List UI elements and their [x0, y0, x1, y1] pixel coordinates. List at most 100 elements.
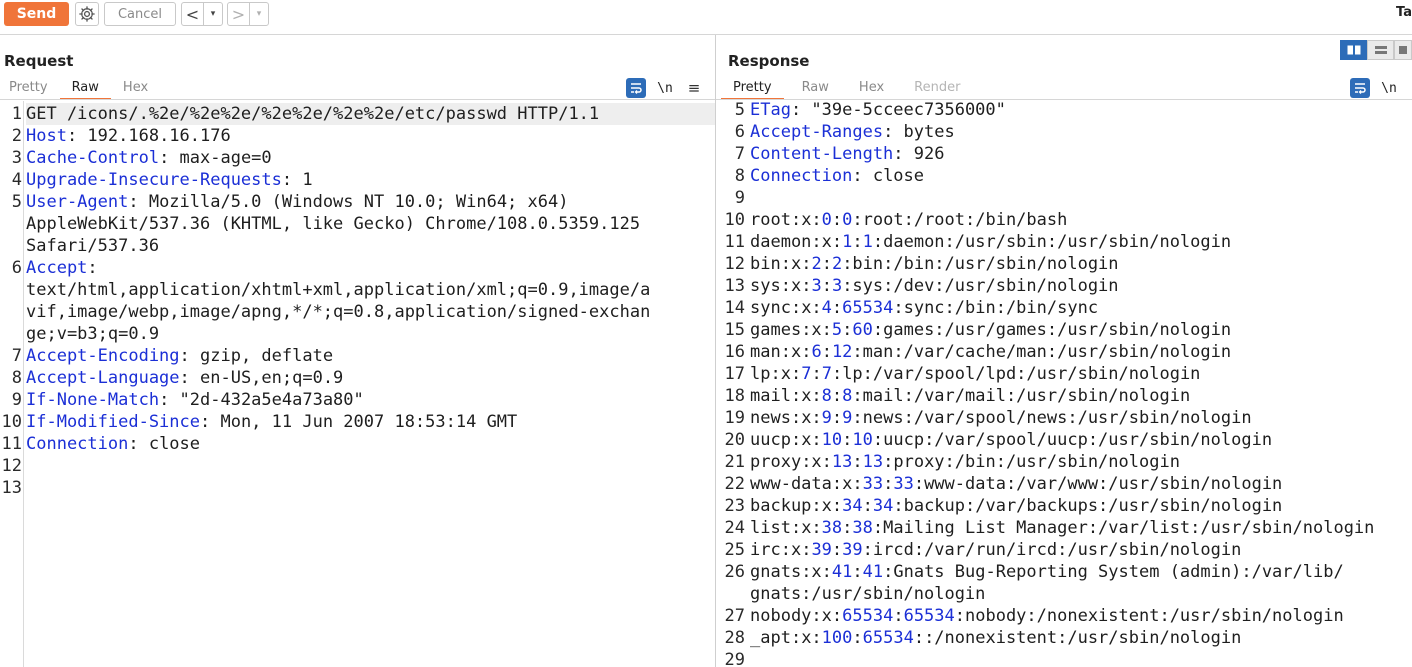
line-number: 5: [11, 192, 22, 212]
cancel-button[interactable]: Cancel: [104, 2, 176, 26]
code-line: AppleWebKit/537.36 (KHTML, like Gecko) C…: [26, 213, 715, 235]
passwd-rest: :games:/usr/games:/usr/sbin/nologin: [872, 320, 1232, 340]
layout-side-by-side-button[interactable]: [1340, 40, 1367, 60]
back-arrow-button[interactable]: <: [182, 3, 204, 25]
line-number: 17: [724, 364, 745, 384]
response-wrap-toggle[interactable]: [1350, 78, 1370, 98]
header-value: : "39e-5cceec7356000": [790, 100, 1006, 120]
passwd-uid: 33: [862, 474, 884, 494]
header-name: Connection: [750, 166, 853, 186]
request-tab-hex[interactable]: Hex: [111, 78, 160, 100]
passwd-user: games: [750, 320, 802, 340]
code-line: Connection: close: [750, 165, 1412, 187]
passwd-user: news: [750, 408, 791, 428]
passwd-gid: 8: [842, 386, 853, 406]
code-line: irc:x:39:39:ircd:/var/run/ircd:/usr/sbin…: [750, 540, 1242, 560]
request-editor[interactable]: GET /icons/.%2e/%2e%2e/%2e%2e/%2e%2e/etc…: [26, 103, 715, 667]
forward-nav: > ▾: [227, 2, 269, 26]
code-line: Accept-Encoding: gzip, deflate: [26, 345, 715, 367]
header-name: Content-Length: [750, 144, 894, 164]
passwd-user: mail: [750, 386, 791, 406]
passwd-gid: 39: [842, 540, 863, 560]
line-number: 21: [724, 452, 745, 472]
header-value: : max-age=0: [159, 148, 272, 168]
response-tab-raw[interactable]: Raw: [784, 78, 841, 100]
code-line: Safari/537.36: [26, 235, 715, 257]
header-value: : 192.168.16.176: [66, 126, 231, 146]
request-tabs-divider: [0, 99, 715, 100]
back-history-dropdown[interactable]: ▾: [204, 9, 222, 19]
request-newline-toggle[interactable]: \n: [655, 78, 675, 98]
code-line: man:x:6:12:man:/var/cache/man:/usr/sbin/…: [750, 342, 1232, 362]
header-name: If-None-Match: [26, 390, 160, 410]
passwd-user: uucp: [750, 430, 791, 450]
passwd-uid: 9: [821, 408, 832, 428]
line-number: 16: [724, 342, 745, 362]
passwd-gid: 65534: [903, 606, 955, 626]
line-number: 20: [724, 430, 745, 450]
line-number: 12: [1, 456, 22, 476]
line-text: vif,image/webp,image/apng,*/*;q=0.8,appl…: [26, 302, 651, 322]
passwd-gid: 13: [862, 452, 884, 472]
passwd-uid: 10: [821, 430, 843, 450]
line-number: 6: [734, 122, 745, 142]
line-number: 25: [724, 540, 745, 560]
response-tabs: Pretty Raw Hex Render: [721, 78, 972, 100]
passwd-user: gnats: [750, 562, 802, 582]
passwd-gid: 60: [852, 320, 873, 340]
response-tab-render[interactable]: Render: [896, 78, 972, 100]
code-line: backup:x:34:34:backup:/var/backups:/usr/…: [750, 496, 1283, 516]
passwd-user: nobody: [750, 606, 812, 626]
header-value: : Mon, 11 Jun 2007 18:53:14 GMT: [200, 412, 518, 432]
response-editor[interactable]: ETag: "39e-5cceec7356000" Accept-Ranges: …: [750, 99, 1412, 667]
response-title: Response: [728, 52, 810, 70]
send-button[interactable]: Send: [4, 2, 69, 26]
request-tab-pretty[interactable]: Pretty: [0, 78, 60, 100]
toolbar-divider: [0, 34, 1412, 35]
passwd-uid: 41: [831, 562, 853, 582]
passwd-user: man: [750, 342, 781, 362]
line-number: [0, 279, 22, 301]
response-newline-toggle[interactable]: \n: [1379, 78, 1399, 98]
settings-button[interactable]: [75, 2, 99, 26]
line-text: GET /icons/.%2e/%2e%2e/%2e%2e/%2e%2e/etc…: [26, 104, 600, 124]
single-pane-icon: [1399, 46, 1407, 54]
request-wrap-toggle[interactable]: [626, 78, 646, 98]
line-number: 22: [724, 474, 745, 494]
passwd-rest: :www-data:/var/www:/usr/sbin/nologin: [913, 474, 1283, 494]
forward-history-dropdown[interactable]: ▾: [250, 9, 268, 19]
panel-splitter[interactable]: [715, 35, 716, 667]
passwd-uid: 5: [831, 320, 843, 340]
code-line: gnats:x:41:41:Gnats Bug-Reporting System…: [750, 562, 1344, 582]
line-number: [718, 583, 745, 605]
code-line: User-Agent: Mozilla/5.0 (Windows NT 10.0…: [26, 191, 715, 213]
response-tab-hex[interactable]: Hex: [841, 78, 896, 100]
columns-icon: [1347, 45, 1360, 55]
request-menu-icon[interactable]: ≡: [684, 78, 704, 98]
line-number: 24: [724, 518, 745, 538]
layout-tabbed-button[interactable]: [1394, 40, 1412, 60]
target-label[interactable]: Ta: [1396, 5, 1412, 20]
word-wrap-icon: [631, 83, 642, 94]
passwd-uid: 6: [811, 342, 822, 362]
header-name: Accept-Encoding: [26, 346, 180, 366]
code-line: Accept-Language: en-US,en;q=0.9: [26, 367, 715, 389]
passwd-user: root: [750, 210, 791, 230]
line-number: 10: [724, 210, 745, 230]
line-number: 1: [11, 104, 22, 124]
passwd-gid: 3: [831, 276, 843, 296]
code-line: proxy:x:13:13:proxy:/bin:/usr/sbin/nolog…: [750, 452, 1180, 472]
layout-stacked-button[interactable]: [1367, 40, 1394, 60]
passwd-user: irc: [750, 540, 781, 560]
line-number: 26: [724, 562, 745, 582]
layout-toggle: [1340, 40, 1412, 60]
request-tab-raw[interactable]: Raw: [59, 78, 111, 100]
code-line: Cache-Control: max-age=0: [26, 147, 715, 169]
request-title: Request: [4, 52, 74, 70]
response-tab-pretty[interactable]: Pretty: [721, 78, 784, 100]
line-number: [0, 301, 22, 323]
forward-arrow-button[interactable]: >: [228, 3, 250, 25]
